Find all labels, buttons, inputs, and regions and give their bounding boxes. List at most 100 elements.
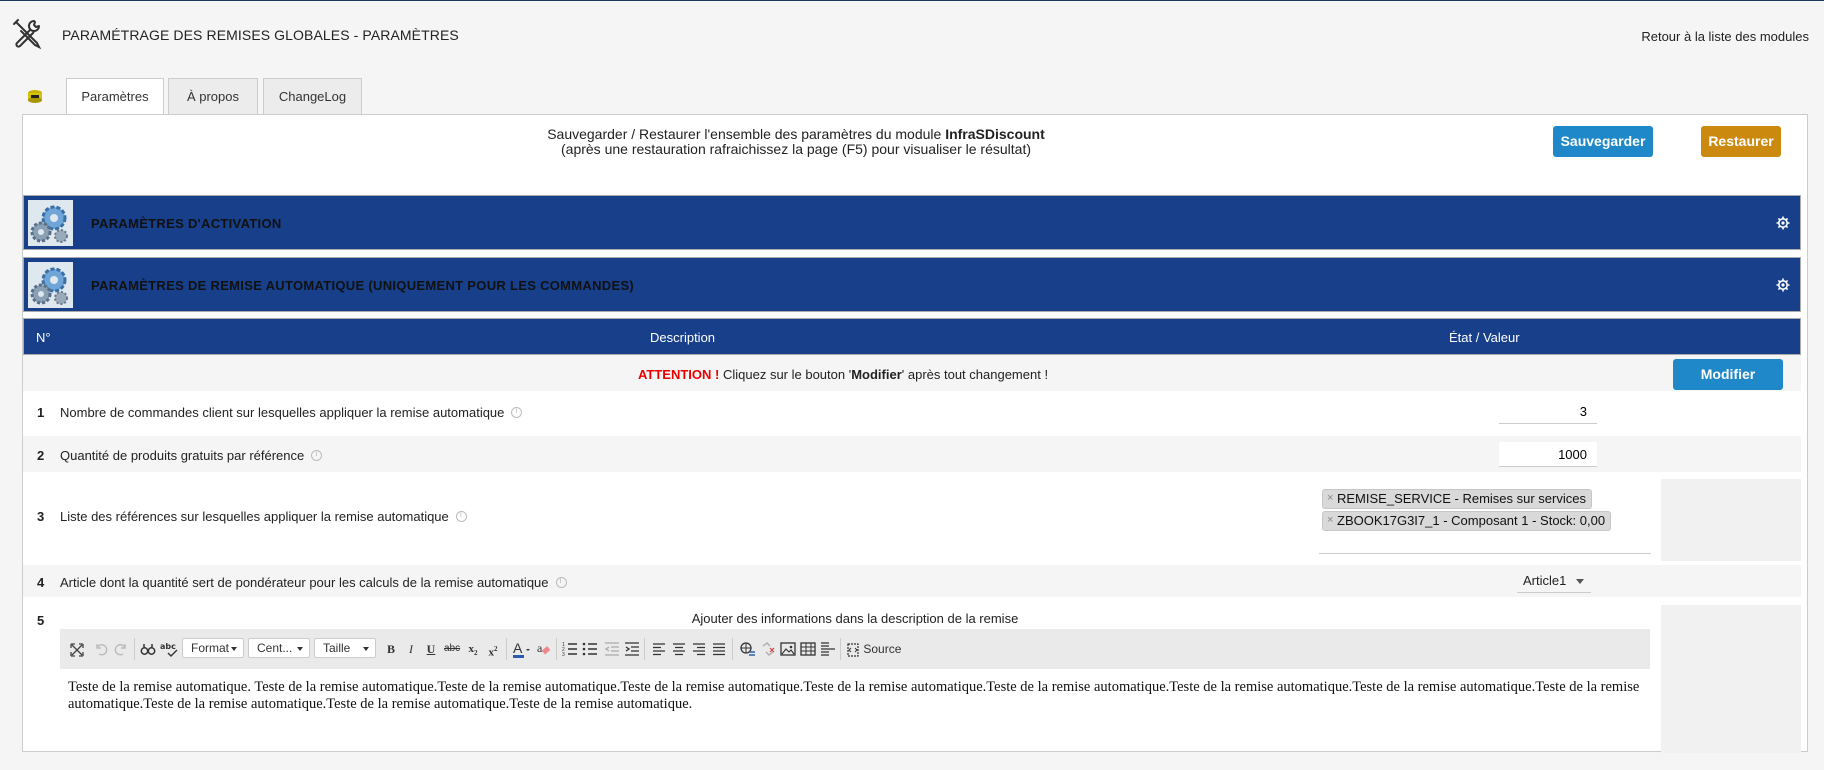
column-header-value: État / Valeur bbox=[1449, 330, 1520, 345]
tab-a-propos[interactable]: À propos bbox=[168, 78, 258, 115]
attention-text-before: Cliquez sur le bouton ' bbox=[719, 367, 852, 382]
find-icon[interactable] bbox=[140, 639, 156, 659]
align-right-icon[interactable] bbox=[692, 639, 706, 659]
toolbar-separator bbox=[506, 638, 507, 660]
table-row: 4 Article dont la quantité sert de pondé… bbox=[23, 565, 1801, 597]
bold-icon[interactable]: B bbox=[384, 639, 398, 659]
horizontal-line-icon[interactable] bbox=[820, 639, 836, 659]
module-name: InfraSDiscount bbox=[945, 126, 1045, 142]
remove-tag-icon[interactable]: × bbox=[1327, 490, 1333, 507]
row-number: 1 bbox=[37, 405, 45, 420]
undo-icon[interactable] bbox=[94, 639, 108, 659]
attention-word: ATTENTION ! bbox=[638, 367, 720, 382]
superscript-icon[interactable]: x2 bbox=[486, 639, 500, 659]
chevron-down-icon bbox=[363, 647, 369, 651]
top-bar: PARAMÉTRAGE DES REMISES GLOBALES - PARAM… bbox=[0, 1, 1824, 71]
info-icon[interactable] bbox=[511, 406, 523, 418]
tag-label: REMISE_SERVICE - Remises sur services bbox=[1337, 491, 1586, 506]
text-color-icon[interactable]: A bbox=[512, 639, 532, 659]
indent-icon[interactable] bbox=[624, 639, 640, 659]
attention-button-ref: Modifier bbox=[851, 367, 902, 382]
table-icon[interactable] bbox=[800, 639, 816, 659]
row-label: Nombre de commandes client sur lesquelle… bbox=[60, 405, 523, 420]
table-row: 2 Quantité de produits gratuits par réfé… bbox=[23, 436, 1801, 472]
remove-tag-icon[interactable]: × bbox=[1327, 512, 1333, 529]
row-actions-cell bbox=[1661, 479, 1801, 561]
backup-text-line2: (après une restauration rafraichissez la… bbox=[561, 141, 1031, 157]
svg-text:a: a bbox=[537, 641, 543, 655]
row-label-text: Nombre de commandes client sur lesquelle… bbox=[60, 405, 505, 420]
toolbar-separator bbox=[732, 638, 733, 660]
maximize-icon[interactable] bbox=[70, 639, 84, 659]
align-center-icon[interactable] bbox=[672, 639, 686, 659]
format-combo[interactable]: Format bbox=[182, 638, 244, 658]
row-number: 3 bbox=[37, 509, 45, 524]
backup-description: Sauvegarder / Restaurer l'ensemble des p… bbox=[431, 127, 1161, 157]
toolbar-separator bbox=[644, 638, 645, 660]
source-button[interactable]: Source bbox=[846, 639, 902, 659]
chevron-down-icon bbox=[1576, 579, 1584, 584]
redo-icon[interactable] bbox=[114, 639, 128, 659]
attention-message: ATTENTION ! Cliquez sur le bouton 'Modif… bbox=[638, 367, 1048, 382]
align-left-icon[interactable] bbox=[652, 639, 666, 659]
row-label: Liste des références sur lesquelles appl… bbox=[60, 509, 467, 524]
row-label-text: Liste des références sur lesquelles appl… bbox=[60, 509, 449, 524]
numbered-list-icon[interactable]: 123 bbox=[562, 639, 578, 659]
free-quantity-input[interactable] bbox=[1499, 442, 1597, 467]
selected-tag: × REMISE_SERVICE - Remises sur services bbox=[1322, 489, 1592, 509]
attention-text-after: ' après tout changement ! bbox=[901, 367, 1049, 382]
info-icon[interactable] bbox=[555, 576, 567, 588]
font-label: Cent... bbox=[257, 641, 293, 655]
align-justify-icon[interactable] bbox=[712, 639, 726, 659]
editor-caption: Ajouter des informations dans la descrip… bbox=[691, 611, 1019, 626]
image-icon[interactable] bbox=[780, 639, 796, 659]
tab-parametres[interactable]: Paramètres bbox=[66, 78, 164, 116]
font-combo[interactable]: Cent... bbox=[248, 638, 310, 658]
modify-button[interactable]: Modifier bbox=[1673, 359, 1783, 390]
editor-content[interactable]: Teste de la remise automatique. Teste de… bbox=[60, 669, 1650, 747]
restore-button[interactable]: Restaurer bbox=[1701, 126, 1781, 157]
table-header: N° Description État / Valeur bbox=[23, 318, 1801, 355]
italic-icon[interactable]: I bbox=[404, 639, 418, 659]
tools-icon bbox=[13, 19, 42, 50]
chevron-down-icon bbox=[297, 647, 303, 651]
info-icon[interactable] bbox=[455, 510, 467, 522]
module-logo-icon bbox=[28, 90, 42, 103]
underline-icon[interactable]: U bbox=[424, 639, 438, 659]
toolbar-separator bbox=[556, 638, 557, 660]
selected-value: Article1 bbox=[1523, 573, 1567, 588]
row-number: 4 bbox=[37, 575, 45, 590]
unlink-icon[interactable] bbox=[760, 639, 776, 659]
section-auto-discount-header[interactable]: PARAMÈTRES DE REMISE AUTOMATIQUE (UNIQUE… bbox=[23, 257, 1801, 312]
gears-icon bbox=[28, 200, 73, 246]
page-title: PARAMÉTRAGE DES REMISES GLOBALES - PARAM… bbox=[62, 27, 459, 43]
size-combo[interactable]: Taille bbox=[314, 638, 376, 658]
link-icon[interactable] bbox=[740, 639, 756, 659]
tag-label: ZBOOK17G3I7_1 - Composant 1 - Stock: 0,0… bbox=[1337, 513, 1606, 528]
row-number: 2 bbox=[37, 448, 45, 463]
gear-icon[interactable] bbox=[1776, 216, 1790, 230]
spellcheck-icon[interactable]: abc bbox=[160, 639, 178, 659]
toolbar-separator bbox=[134, 638, 135, 660]
chevron-down-icon bbox=[231, 647, 237, 651]
gear-icon[interactable] bbox=[1776, 278, 1790, 292]
order-count-input[interactable] bbox=[1499, 399, 1597, 424]
backup-text-line1: Sauvegarder / Restaurer l'ensemble des p… bbox=[547, 126, 946, 142]
selected-tag: × ZBOOK17G3I7_1 - Composant 1 - Stock: 0,… bbox=[1322, 511, 1612, 531]
section-activation-header[interactable]: PARAMÈTRES D'ACTIVATION bbox=[23, 195, 1801, 250]
back-to-modules-link[interactable]: Retour à la liste des modules bbox=[1641, 29, 1809, 44]
weighting-article-select[interactable]: Article1 bbox=[1517, 569, 1591, 593]
row-actions-cell bbox=[1661, 605, 1801, 753]
size-label: Taille bbox=[323, 641, 351, 655]
editor-toolbar: abc Format Cent... Taille B I U abc x2 x… bbox=[60, 629, 1650, 670]
references-multiselect[interactable]: × REMISE_SERVICE - Remises sur services ×… bbox=[1319, 485, 1651, 554]
svg-text:A: A bbox=[513, 640, 523, 656]
clear-format-icon[interactable]: a bbox=[536, 639, 552, 659]
info-icon[interactable] bbox=[311, 449, 323, 461]
save-button[interactable]: Sauvegarder bbox=[1553, 126, 1653, 157]
subscript-icon[interactable]: x2 bbox=[466, 639, 480, 659]
tab-changelog[interactable]: ChangeLog bbox=[263, 78, 362, 115]
strikethrough-icon[interactable]: abc bbox=[444, 639, 460, 659]
bulleted-list-icon[interactable] bbox=[582, 639, 598, 659]
outdent-icon[interactable] bbox=[604, 639, 620, 659]
